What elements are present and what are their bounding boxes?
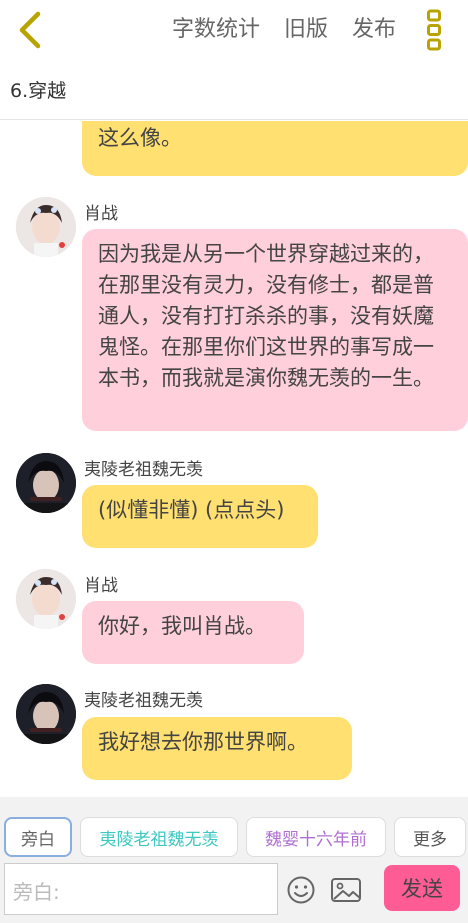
sender-name: 夷陵老祖魏无羡	[84, 691, 203, 711]
chat-area[interactable]: 这么像。 肖战 因为我是从另一个世界穿越过来的，在那里没有灵力，没有修士，都是普…	[0, 121, 468, 797]
chapter-bar: 6.穿越	[0, 62, 468, 120]
avatar[interactable]	[16, 684, 76, 744]
role-narration-button[interactable]: 旁白	[4, 817, 72, 857]
chevron-left-icon	[19, 11, 41, 49]
role-label: 更多	[413, 829, 447, 850]
message-bubble[interactable]: 我好想去你那世界啊。	[82, 717, 352, 780]
chapter-title[interactable]: 6.穿越	[10, 76, 66, 103]
avatar-image	[16, 453, 76, 513]
more-menu-button[interactable]	[420, 8, 448, 52]
message-text: 我好想去你那世界啊。	[98, 730, 308, 754]
back-button[interactable]	[10, 8, 50, 52]
image-button[interactable]	[330, 875, 362, 905]
role-label: 旁白	[21, 829, 55, 850]
avatar-image	[16, 684, 76, 744]
avatar[interactable]	[16, 197, 76, 257]
sender-name: 夷陵老祖魏无羡	[84, 460, 203, 480]
message-text: (似懂非懂) (点点头)	[98, 498, 285, 522]
input-placeholder: 旁白:	[13, 880, 60, 904]
message-input[interactable]: 旁白:	[4, 863, 278, 915]
sender-name: 肖战	[84, 204, 118, 224]
role-wei-ying-button[interactable]: 魏婴十六年前	[246, 817, 386, 857]
more-vertical-icon	[427, 9, 441, 51]
publish-button[interactable]: 发布	[352, 14, 396, 46]
sender-name: 肖战	[84, 576, 118, 596]
send-button[interactable]: 发送	[384, 865, 460, 911]
composer: 旁白 夷陵老祖魏无羡 魏婴十六年前 更多 旁白: 发送	[0, 797, 468, 923]
avatar-image	[16, 569, 76, 629]
top-actions: 字数统计 旧版 发布	[172, 14, 396, 46]
role-label: 魏婴十六年前	[265, 829, 367, 850]
avatar[interactable]	[16, 569, 76, 629]
word-count-button[interactable]: 字数统计	[172, 14, 260, 46]
message-text: 这么像。	[98, 126, 182, 150]
message-bubble[interactable]: 这么像。	[82, 121, 468, 176]
send-label: 发送	[401, 877, 443, 901]
smiley-icon	[287, 876, 315, 904]
old-version-button[interactable]: 旧版	[284, 14, 328, 46]
message-bubble[interactable]: 你好，我叫肖战。	[82, 601, 304, 664]
more-roles-button[interactable]: 更多	[394, 817, 466, 857]
message-bubble[interactable]: 因为我是从另一个世界穿越过来的，在那里没有灵力，没有修士，都是普通人，没有打打杀…	[82, 229, 468, 431]
avatar-image	[16, 197, 76, 257]
message-bubble[interactable]: (似懂非懂) (点点头)	[82, 485, 318, 548]
role-label: 夷陵老祖魏无羡	[99, 829, 219, 850]
message-text: 你好，我叫肖战。	[98, 614, 266, 638]
message-text: 因为我是从另一个世界穿越过来的，在那里没有灵力，没有修士，都是普通人，没有打打杀…	[98, 242, 434, 390]
image-icon	[331, 878, 361, 902]
top-bar: 字数统计 旧版 发布	[0, 0, 468, 62]
role-wei-wuxian-button[interactable]: 夷陵老祖魏无羡	[80, 817, 238, 857]
avatar[interactable]	[16, 453, 76, 513]
emoji-button[interactable]	[286, 875, 316, 905]
